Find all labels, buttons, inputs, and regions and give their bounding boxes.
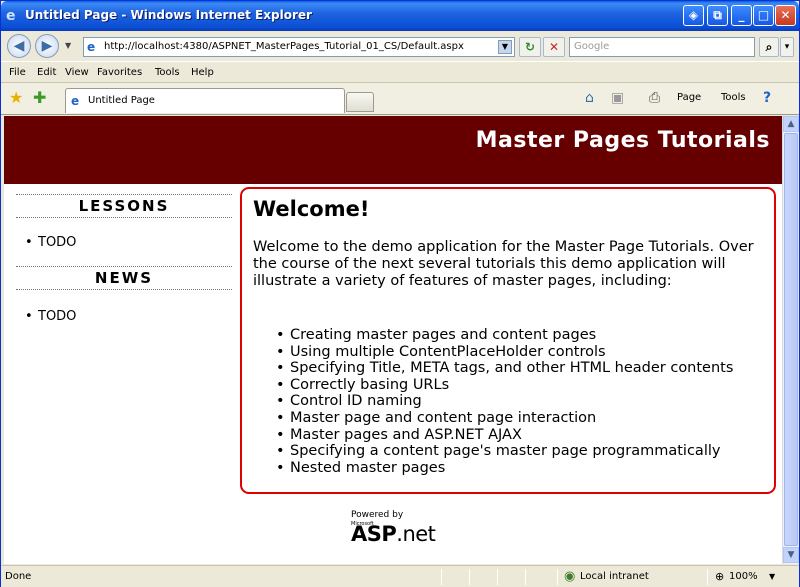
scrollbar-thumb[interactable] (784, 133, 798, 546)
search-placeholder: Google (574, 41, 610, 52)
status-separator (497, 569, 498, 585)
status-separator (469, 569, 470, 585)
page-viewport: Master Pages Tutorials LESSONS TODO NEWS… (4, 116, 782, 564)
tab-bar: ★ ✚ e Untitled Page ⌂ ▣ ⎙ Page Tools ? (1, 83, 799, 115)
tab-untitled-page[interactable]: e Untitled Page (65, 88, 345, 113)
main-content: Welcome! Welcome to the demo application… (240, 187, 776, 494)
aspnet-logo-asp: ASP (351, 522, 397, 546)
powered-by-text: Powered by (351, 510, 404, 520)
site-header: Master Pages Tutorials (4, 116, 782, 184)
back-arrow-icon: ◀ (13, 38, 25, 54)
close-button[interactable]: ✕ (775, 5, 796, 26)
page-icon: e (71, 94, 80, 108)
history-dropdown-icon[interactable]: ▼ (65, 41, 71, 50)
new-tab-button[interactable] (346, 92, 374, 112)
ie-icon: e (6, 8, 16, 24)
feeds-icon[interactable]: ▣ (611, 90, 624, 106)
lessons-item: TODO (25, 235, 77, 250)
search-icon: ⌕ (765, 40, 773, 54)
title-bar[interactable]: e Untitled Page - Windows Internet Explo… (1, 1, 799, 31)
add-favorites-icon[interactable]: ✚ (33, 90, 46, 106)
intranet-zone-icon: ◉ (564, 569, 576, 584)
forward-button[interactable]: ▶ (35, 34, 59, 58)
list-item: Control ID naming (276, 393, 770, 410)
status-bar: Done ◉ Local intranet ⊕ 100% ▼ (1, 565, 799, 587)
browser-window: e Untitled Page - Windows Internet Explo… (0, 0, 800, 587)
list-item: Creating master pages and content pages (276, 327, 770, 344)
list-item: Specifying a content page's master page … (276, 443, 770, 460)
list-item: Specifying Title, META tags, and other H… (276, 360, 770, 377)
search-button[interactable]: ⌕ (759, 37, 779, 57)
scroll-down-icon[interactable]: ▼ (783, 547, 799, 563)
extra-window-button[interactable]: ◈ (683, 5, 704, 26)
vertical-scrollbar[interactable]: ▲ ▼ (782, 116, 799, 564)
aspnet-logo-net: .net (396, 522, 436, 546)
search-input[interactable]: Google (569, 37, 755, 57)
page-menu[interactable]: Page (677, 92, 701, 103)
site-title: Master Pages Tutorials (475, 128, 770, 153)
news-item: TODO (25, 309, 77, 324)
zoom-dropdown-icon[interactable]: ▼ (769, 572, 775, 581)
menu-view[interactable]: View (65, 67, 89, 78)
security-zone: Local intranet (580, 571, 649, 582)
address-dropdown-icon[interactable]: ▼ (498, 40, 512, 54)
zoom-level[interactable]: 100% (729, 571, 758, 582)
address-toolbar: ◀ ▶ ▼ e http://localhost:4380/ASPNET_Mas… (1, 31, 799, 61)
list-item: Master pages and ASP.NET AJAX (276, 427, 770, 444)
help-icon[interactable]: ? (763, 90, 771, 106)
menu-tools[interactable]: Tools (155, 67, 180, 78)
scroll-up-icon[interactable]: ▲ (783, 116, 799, 132)
print-icon[interactable]: ⎙ (649, 90, 660, 106)
left-sidebar: LESSONS TODO NEWS TODO (4, 184, 236, 564)
welcome-heading: Welcome! (253, 197, 370, 221)
back-button[interactable]: ◀ (7, 34, 31, 58)
address-bar[interactable]: e http://localhost:4380/ASPNET_MasterPag… (83, 37, 515, 57)
features-list: Creating master pages and content pages … (276, 327, 770, 477)
search-options-button[interactable]: ▾ (780, 37, 794, 57)
news-heading: NEWS (16, 266, 232, 290)
forward-arrow-icon: ▶ (41, 38, 53, 54)
status-separator (557, 569, 558, 585)
menu-file[interactable]: File (9, 67, 26, 78)
minimize-button[interactable]: _ (731, 5, 752, 26)
favorites-star-icon[interactable]: ★ (9, 90, 23, 106)
menu-favorites[interactable]: Favorites (97, 67, 142, 78)
status-separator (441, 569, 442, 585)
tab-label: Untitled Page (88, 95, 155, 106)
intro-text: Welcome to the demo application for the … (253, 239, 754, 289)
window-title: Untitled Page - Windows Internet Explore… (25, 8, 312, 22)
refresh-button[interactable]: ↻ (519, 37, 541, 57)
stop-button[interactable]: ✕ (543, 37, 565, 57)
aspnet-logo: ASP.net (351, 522, 436, 546)
tools-menu[interactable]: Tools (721, 92, 746, 103)
maximize-button[interactable]: □ (753, 5, 774, 26)
page-icon: e (87, 40, 96, 54)
home-icon[interactable]: ⌂ (585, 90, 594, 106)
list-item: Correctly basing URLs (276, 377, 770, 394)
status-text: Done (5, 571, 32, 582)
list-item: Nested master pages (276, 460, 770, 477)
status-separator (525, 569, 526, 585)
address-url[interactable]: http://localhost:4380/ASPNET_MasterPages… (104, 41, 464, 52)
status-separator (707, 569, 708, 585)
zoom-icon[interactable]: ⊕ (715, 570, 724, 583)
lessons-heading: LESSONS (16, 194, 232, 218)
list-item: Master page and content page interaction (276, 410, 770, 427)
powered-by-aspnet-logo[interactable]: Powered by Microsoft ASP.net (351, 510, 451, 550)
list-item: Using multiple ContentPlaceHolder contro… (276, 344, 770, 361)
menu-edit[interactable]: Edit (37, 67, 56, 78)
restore-button[interactable]: ⧉ (707, 5, 728, 26)
menu-bar: File Edit View Favorites Tools Help (1, 61, 799, 83)
menu-help[interactable]: Help (191, 67, 214, 78)
